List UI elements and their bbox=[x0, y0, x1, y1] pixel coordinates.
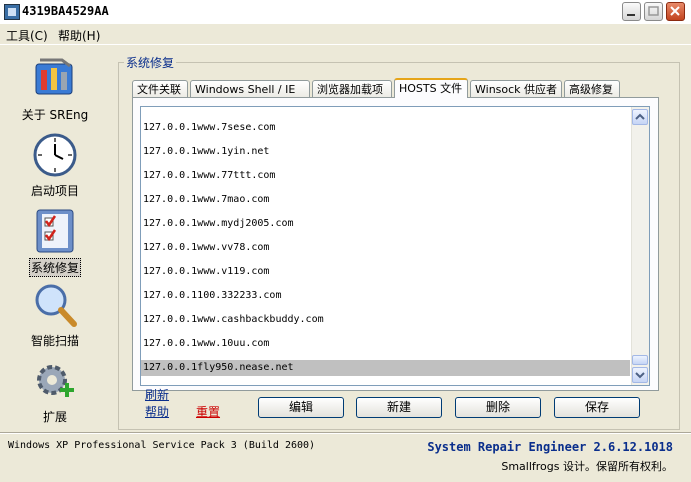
list-item[interactable]: 127.0.0.1www.v119.com bbox=[141, 264, 630, 280]
reset-link[interactable]: 重置 bbox=[196, 403, 220, 420]
refresh-link[interactable]: 刷新 bbox=[145, 386, 169, 403]
maximize-button[interactable] bbox=[644, 2, 663, 21]
help-link[interactable]: 帮助 bbox=[145, 403, 169, 420]
sidebar-item-extend[interactable]: 扩展 bbox=[10, 358, 100, 425]
sidebar-label-startup: 启动项目 bbox=[30, 184, 79, 198]
sidebar-label-repair: 系统修复 bbox=[28, 258, 81, 277]
checklist-icon bbox=[32, 208, 78, 254]
new-button[interactable]: 新建 bbox=[356, 397, 442, 418]
scroll-down-button[interactable] bbox=[632, 367, 648, 383]
tab-browser-addons[interactable]: 浏览器加载项 bbox=[312, 80, 392, 97]
edit-button[interactable]: 编辑 bbox=[258, 397, 344, 418]
clock-icon bbox=[32, 132, 78, 178]
delete-button[interactable]: 删除 bbox=[455, 397, 541, 418]
vertical-scrollbar[interactable] bbox=[631, 107, 649, 385]
toolbox-icon bbox=[32, 56, 78, 102]
tab-winsock-providers[interactable]: Winsock 供应者 bbox=[470, 80, 562, 97]
scroll-thumb[interactable] bbox=[632, 355, 648, 365]
menu-help[interactable]: 帮助(H) bbox=[58, 27, 100, 44]
product-name: System Repair Engineer 2.6.12.1018 bbox=[427, 440, 673, 454]
list-item[interactable]: 127.0.0.1www.1yin.net bbox=[141, 144, 630, 160]
title-bar: 4319BA4529AA bbox=[0, 0, 691, 25]
sidebar-label-extend: 扩展 bbox=[42, 410, 67, 424]
list-item[interactable]: 127.0.0.1www.vv78.com bbox=[141, 240, 630, 256]
list-item[interactable]: 127.0.0.1www.7mao.com bbox=[141, 192, 630, 208]
tab-hosts-file[interactable]: HOSTS 文件 bbox=[394, 78, 468, 98]
close-button[interactable] bbox=[666, 2, 685, 21]
sidebar-label-about: 关于 SREng bbox=[21, 108, 89, 122]
gear-plus-icon bbox=[32, 358, 78, 404]
hosts-list[interactable]: 127.0.0.1www.7sese.com 127.0.0.1www.1yin… bbox=[140, 106, 650, 386]
chevron-up-icon bbox=[635, 113, 645, 120]
window-title: 4319BA4529AA bbox=[22, 4, 109, 18]
sidebar-label-scan: 智能扫描 bbox=[30, 334, 79, 348]
list-item[interactable]: 127.0.0.1www.cashbackbuddy.com bbox=[141, 312, 630, 328]
sidebar-item-about[interactable]: 关于 SREng bbox=[10, 56, 100, 123]
sidebar-item-startup[interactable]: 启动项目 bbox=[10, 132, 100, 199]
list-item[interactable]: 127.0.0.1www.mydj2005.com bbox=[141, 216, 630, 232]
magnifier-icon bbox=[32, 282, 78, 328]
menu-bar: 工具(C) 帮助(H) bbox=[0, 24, 691, 45]
minimize-icon bbox=[627, 14, 635, 16]
list-item[interactable]: 127.0.0.1www.77ttt.com bbox=[141, 168, 630, 184]
save-button[interactable]: 保存 bbox=[554, 397, 640, 418]
chevron-down-icon bbox=[635, 372, 645, 379]
list-item[interactable]: 127.0.0.1100.332233.com bbox=[141, 288, 630, 304]
scroll-up-button[interactable] bbox=[632, 109, 648, 125]
list-item[interactable]: 127.0.0.1www.10uu.com bbox=[141, 336, 630, 352]
list-item-selected[interactable]: 127.0.0.1fly950.nease.net bbox=[141, 360, 630, 376]
sidebar-item-scan[interactable]: 智能扫描 bbox=[10, 282, 100, 349]
maximize-icon bbox=[648, 6, 659, 16]
os-info: Windows XP Professional Service Pack 3 (… bbox=[8, 440, 316, 451]
tab-windows-shell-ie[interactable]: Windows Shell / IE bbox=[190, 80, 310, 97]
sidebar-item-repair[interactable]: 系统修复 bbox=[10, 208, 100, 277]
tab-advanced-repair[interactable]: 高级修复 bbox=[564, 80, 620, 97]
list-item[interactable]: 127.0.0.1www.7sese.com bbox=[141, 120, 630, 136]
group-title: 系统修复 bbox=[124, 54, 177, 71]
sidebar: 关于 SREng 启动项目 系统修复 智能扫描 扩展 bbox=[0, 46, 118, 436]
menu-tools[interactable]: 工具(C) bbox=[6, 27, 48, 44]
copyright-text: Smallfrogs 设计。保留所有权利。 bbox=[501, 460, 673, 473]
tab-file-assoc[interactable]: 文件关联 bbox=[132, 80, 188, 97]
app-icon bbox=[4, 4, 20, 20]
close-icon bbox=[670, 6, 680, 16]
minimize-button[interactable] bbox=[622, 2, 641, 21]
status-separator bbox=[0, 432, 691, 434]
